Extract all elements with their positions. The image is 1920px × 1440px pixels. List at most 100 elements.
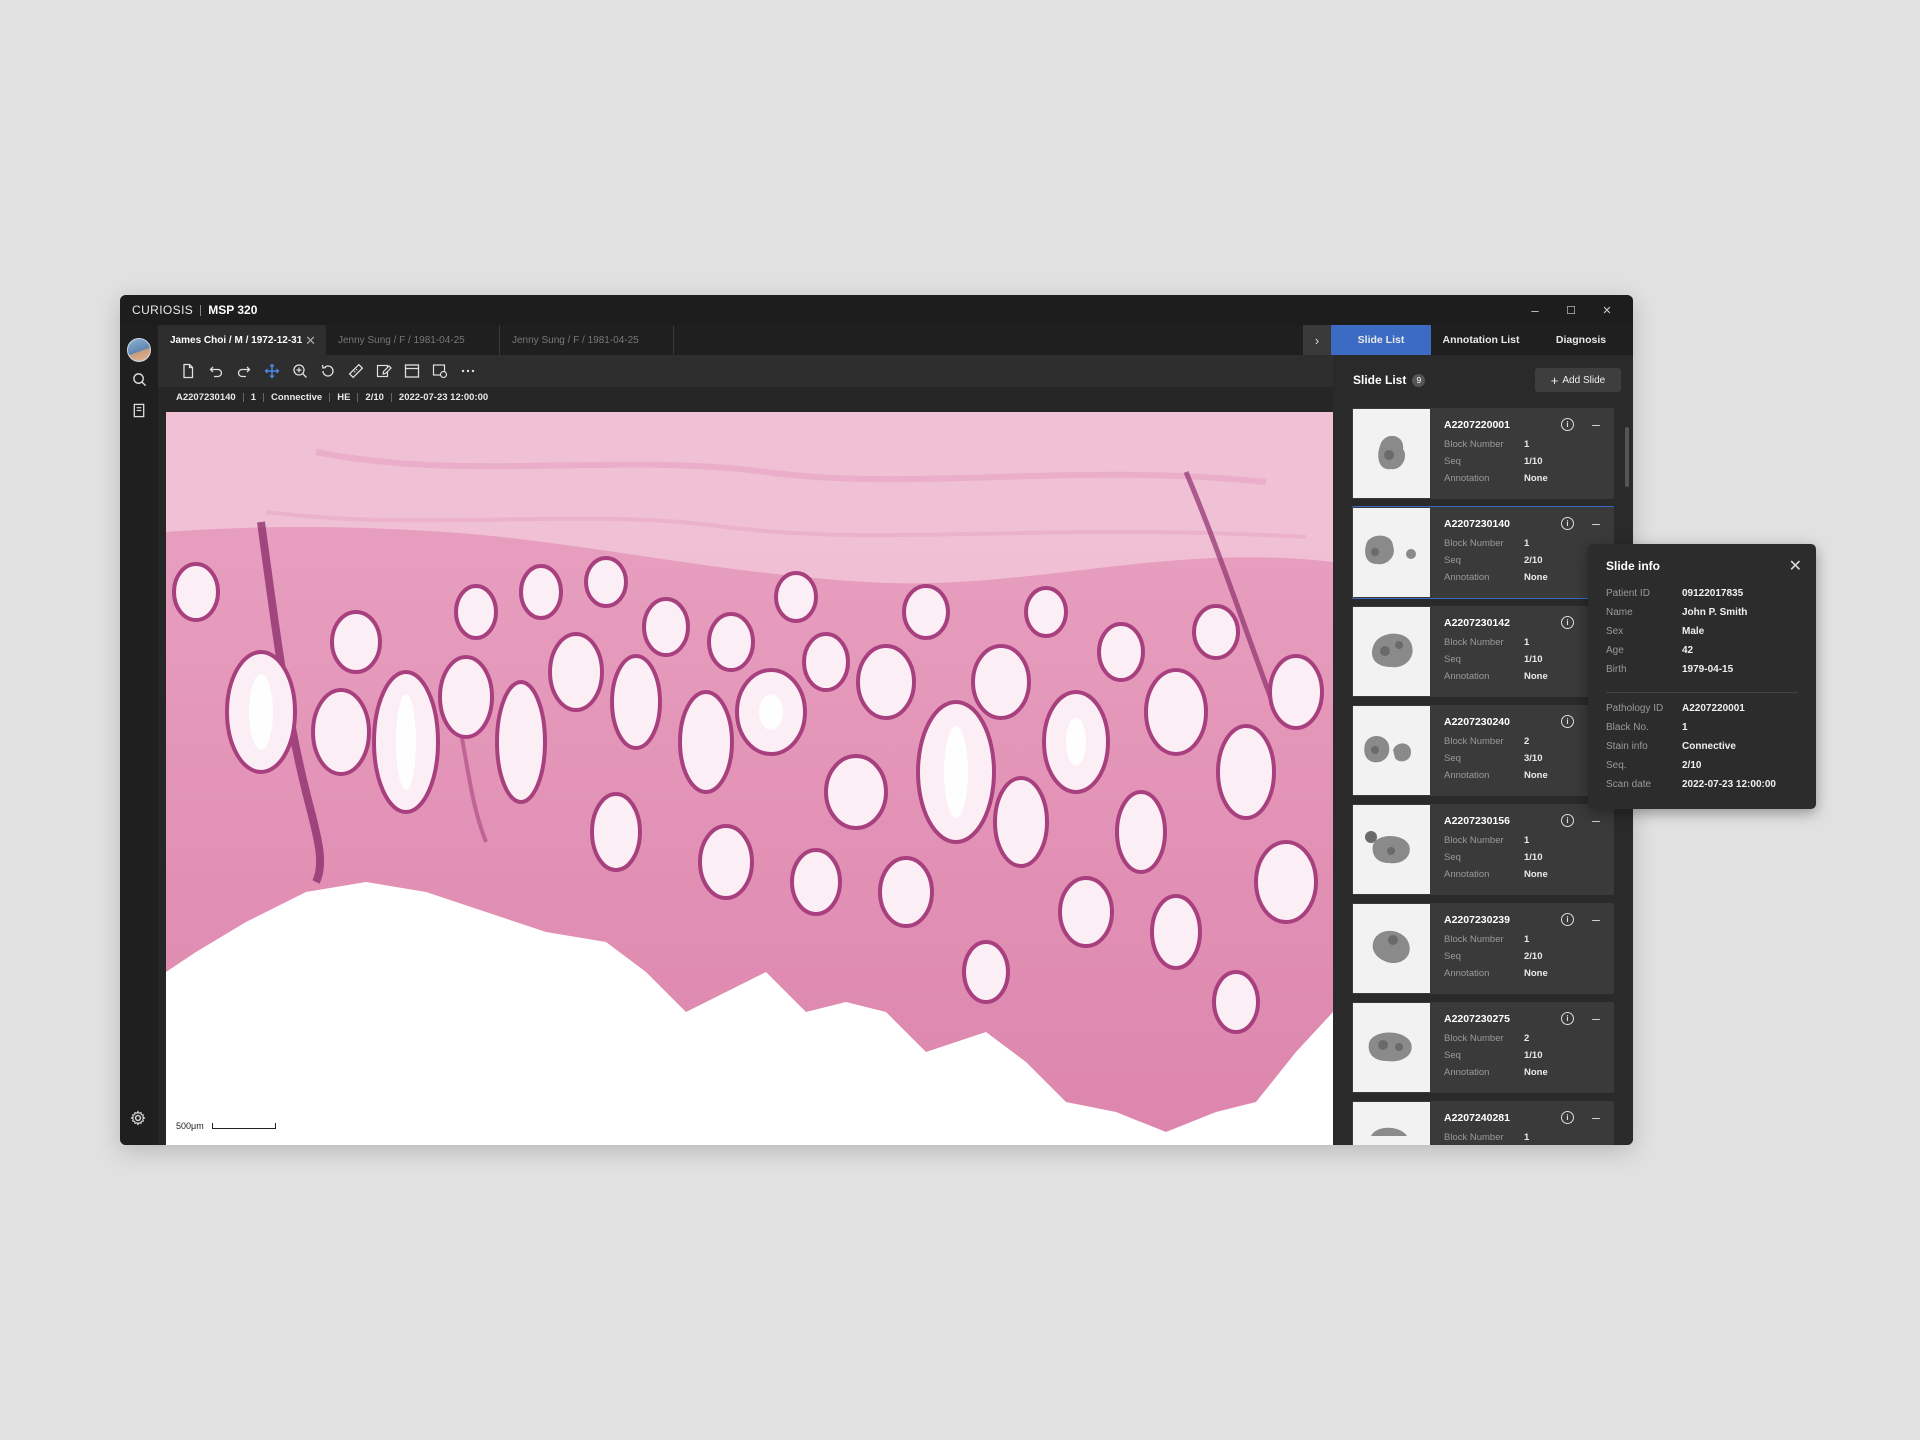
ruler-button[interactable] — [342, 357, 370, 385]
edit-icon — [376, 364, 392, 378]
slide-card[interactable]: A2207230239 Block Number 1 Seq 2/10 Annota… — [1352, 903, 1614, 994]
block-label: Block Number — [1444, 1132, 1504, 1143]
remove-icon[interactable]: – — [1590, 515, 1602, 531]
collapse-panel-button[interactable]: › — [1303, 325, 1331, 355]
seq-label: Seq — [1444, 456, 1461, 467]
info-label: Sex — [1606, 626, 1624, 637]
info-icon[interactable]: i — [1561, 814, 1574, 827]
slide-card[interactable]: A2207230156 Block Number 1 Seq 1/10 Annota… — [1352, 804, 1614, 895]
search-button[interactable] — [120, 372, 158, 387]
slide-card[interactable]: A2207230240 Block Number 2 Seq 3/10 Annota… — [1352, 705, 1614, 796]
close-button[interactable]: ✕ — [1589, 295, 1625, 325]
patient-tab[interactable]: Jenny Sung / F / 1981-04-25 — [326, 325, 500, 355]
viewer-toolbar — [158, 355, 1338, 387]
remove-icon[interactable]: – — [1590, 911, 1602, 927]
settings-button[interactable] — [130, 1110, 146, 1131]
slide-id: A2207230142 — [1444, 617, 1510, 629]
tab-slide-list[interactable]: Slide List — [1331, 325, 1431, 355]
info-value: 2/10 — [1682, 760, 1702, 771]
divider — [390, 392, 392, 402]
info-value: John P. Smith — [1682, 607, 1748, 618]
block-label: Block Number — [1444, 934, 1504, 945]
rotate-icon — [321, 364, 334, 377]
sequence: 2/10 — [365, 391, 384, 403]
close-icon[interactable]: ✕ — [305, 333, 316, 349]
annotation-row: Annotation None — [1444, 671, 1548, 682]
info-row: Seq. 2/10 — [1606, 760, 1701, 771]
info-icon[interactable]: i — [1561, 1111, 1574, 1124]
tab-label: James Choi / M / 1972-12-31 — [170, 334, 303, 346]
info-icon[interactable]: i — [1561, 616, 1574, 629]
close-icon[interactable]: ✕ — [1789, 556, 1802, 576]
undo-button[interactable] — [202, 357, 230, 385]
capture-button[interactable] — [426, 357, 454, 385]
seq-row: Seq 1/10 — [1444, 1050, 1543, 1061]
block-value: 1 — [1524, 934, 1530, 945]
info-icon[interactable]: i — [1561, 418, 1574, 431]
info-label: Stain info — [1606, 741, 1648, 752]
zoom-in-button[interactable] — [286, 357, 314, 385]
info-value: 1 — [1682, 722, 1688, 733]
slide-id: A2207230239 — [1444, 914, 1510, 926]
scrollbar[interactable] — [1625, 427, 1629, 487]
annotation-row: Annotation None — [1444, 473, 1548, 484]
slide-card[interactable]: A2207240281 Block Number 1 i – — [1352, 1101, 1614, 1145]
slide-card[interactable]: A2207230275 Block Number 2 Seq 1/10 Annota… — [1352, 1002, 1614, 1093]
brand-logo: CURIOSIS — [132, 303, 194, 317]
block-label: Block Number — [1444, 637, 1504, 648]
slide-id: A2207230156 — [1444, 815, 1510, 827]
block-label: Block Number — [1444, 736, 1504, 747]
new-file-button[interactable] — [174, 357, 202, 385]
remove-icon[interactable]: – — [1590, 416, 1602, 432]
seq-row: Seq 2/10 — [1444, 555, 1543, 566]
user-avatar-button[interactable] — [120, 338, 158, 362]
annotation-label: Annotation — [1444, 1067, 1490, 1078]
scale-line — [211, 1123, 276, 1129]
block-label: Block Number — [1444, 439, 1504, 450]
minimize-button[interactable]: – — [1517, 295, 1553, 325]
slide-card-selected[interactable]: A2207230140 Block Number 1 Seq 2/10 Annota… — [1352, 506, 1614, 599]
remove-icon[interactable]: – — [1590, 1010, 1602, 1026]
move-button[interactable] — [258, 357, 286, 385]
info-value: A2207220001 — [1682, 703, 1745, 714]
move-icon — [264, 363, 280, 379]
tab-diagnosis[interactable]: Diagnosis — [1531, 325, 1631, 355]
more-icon — [461, 369, 475, 373]
left-rail — [120, 325, 158, 1145]
divider — [242, 392, 244, 402]
remove-icon[interactable]: – — [1590, 812, 1602, 828]
more-button[interactable] — [454, 357, 482, 385]
annotation-label: Annotation — [1444, 473, 1490, 484]
remove-icon[interactable]: – — [1590, 1109, 1602, 1125]
slide-viewer[interactable]: 500μm — [166, 412, 1333, 1145]
scale-bar: 500μm — [176, 1121, 276, 1131]
info-icon[interactable]: i — [1561, 715, 1574, 728]
info-icon[interactable]: i — [1561, 1012, 1574, 1025]
info-icon[interactable]: i — [1561, 517, 1574, 530]
seq-row: Seq 2/10 — [1444, 951, 1543, 962]
block-label: Block Number — [1444, 1033, 1504, 1044]
block-row: Block Number 2 — [1444, 736, 1529, 747]
layout-button[interactable] — [398, 357, 426, 385]
tab-annotation-list[interactable]: Annotation List — [1431, 325, 1531, 355]
slide-card[interactable]: A2207230142 Block Number 1 Seq 1/10 Annota… — [1352, 606, 1614, 697]
patient-tab[interactable]: Jenny Sung / F / 1981-04-25 — [500, 325, 674, 355]
redo-button[interactable] — [230, 357, 258, 385]
report-button[interactable] — [120, 403, 158, 418]
rotate-button[interactable] — [314, 357, 342, 385]
annotate-button[interactable] — [370, 357, 398, 385]
slide-thumbnail — [1353, 1102, 1430, 1145]
block-label: Block Number — [1444, 835, 1504, 846]
maximize-button[interactable]: ☐ — [1553, 295, 1589, 325]
info-icon[interactable]: i — [1561, 913, 1574, 926]
annotation-label: Annotation — [1444, 968, 1490, 979]
add-slide-button[interactable]: + Add Slide — [1535, 368, 1621, 392]
block-value: 1 — [1524, 538, 1530, 549]
seq-value: 1/10 — [1524, 456, 1543, 467]
slide-id: A2207240281 — [1444, 1112, 1510, 1124]
title-bar: CURIOSIS MSP 320 – ☐ ✕ — [120, 295, 1633, 325]
slide-card[interactable]: A2207220001 Block Number 1 Seq 1/10 Annota… — [1352, 408, 1614, 499]
block-row: Block Number 1 — [1444, 637, 1529, 648]
patient-tab-active[interactable]: James Choi / M / 1972-12-31 ✕ — [158, 325, 326, 355]
info-row: Birth 1979-04-15 — [1606, 664, 1733, 675]
